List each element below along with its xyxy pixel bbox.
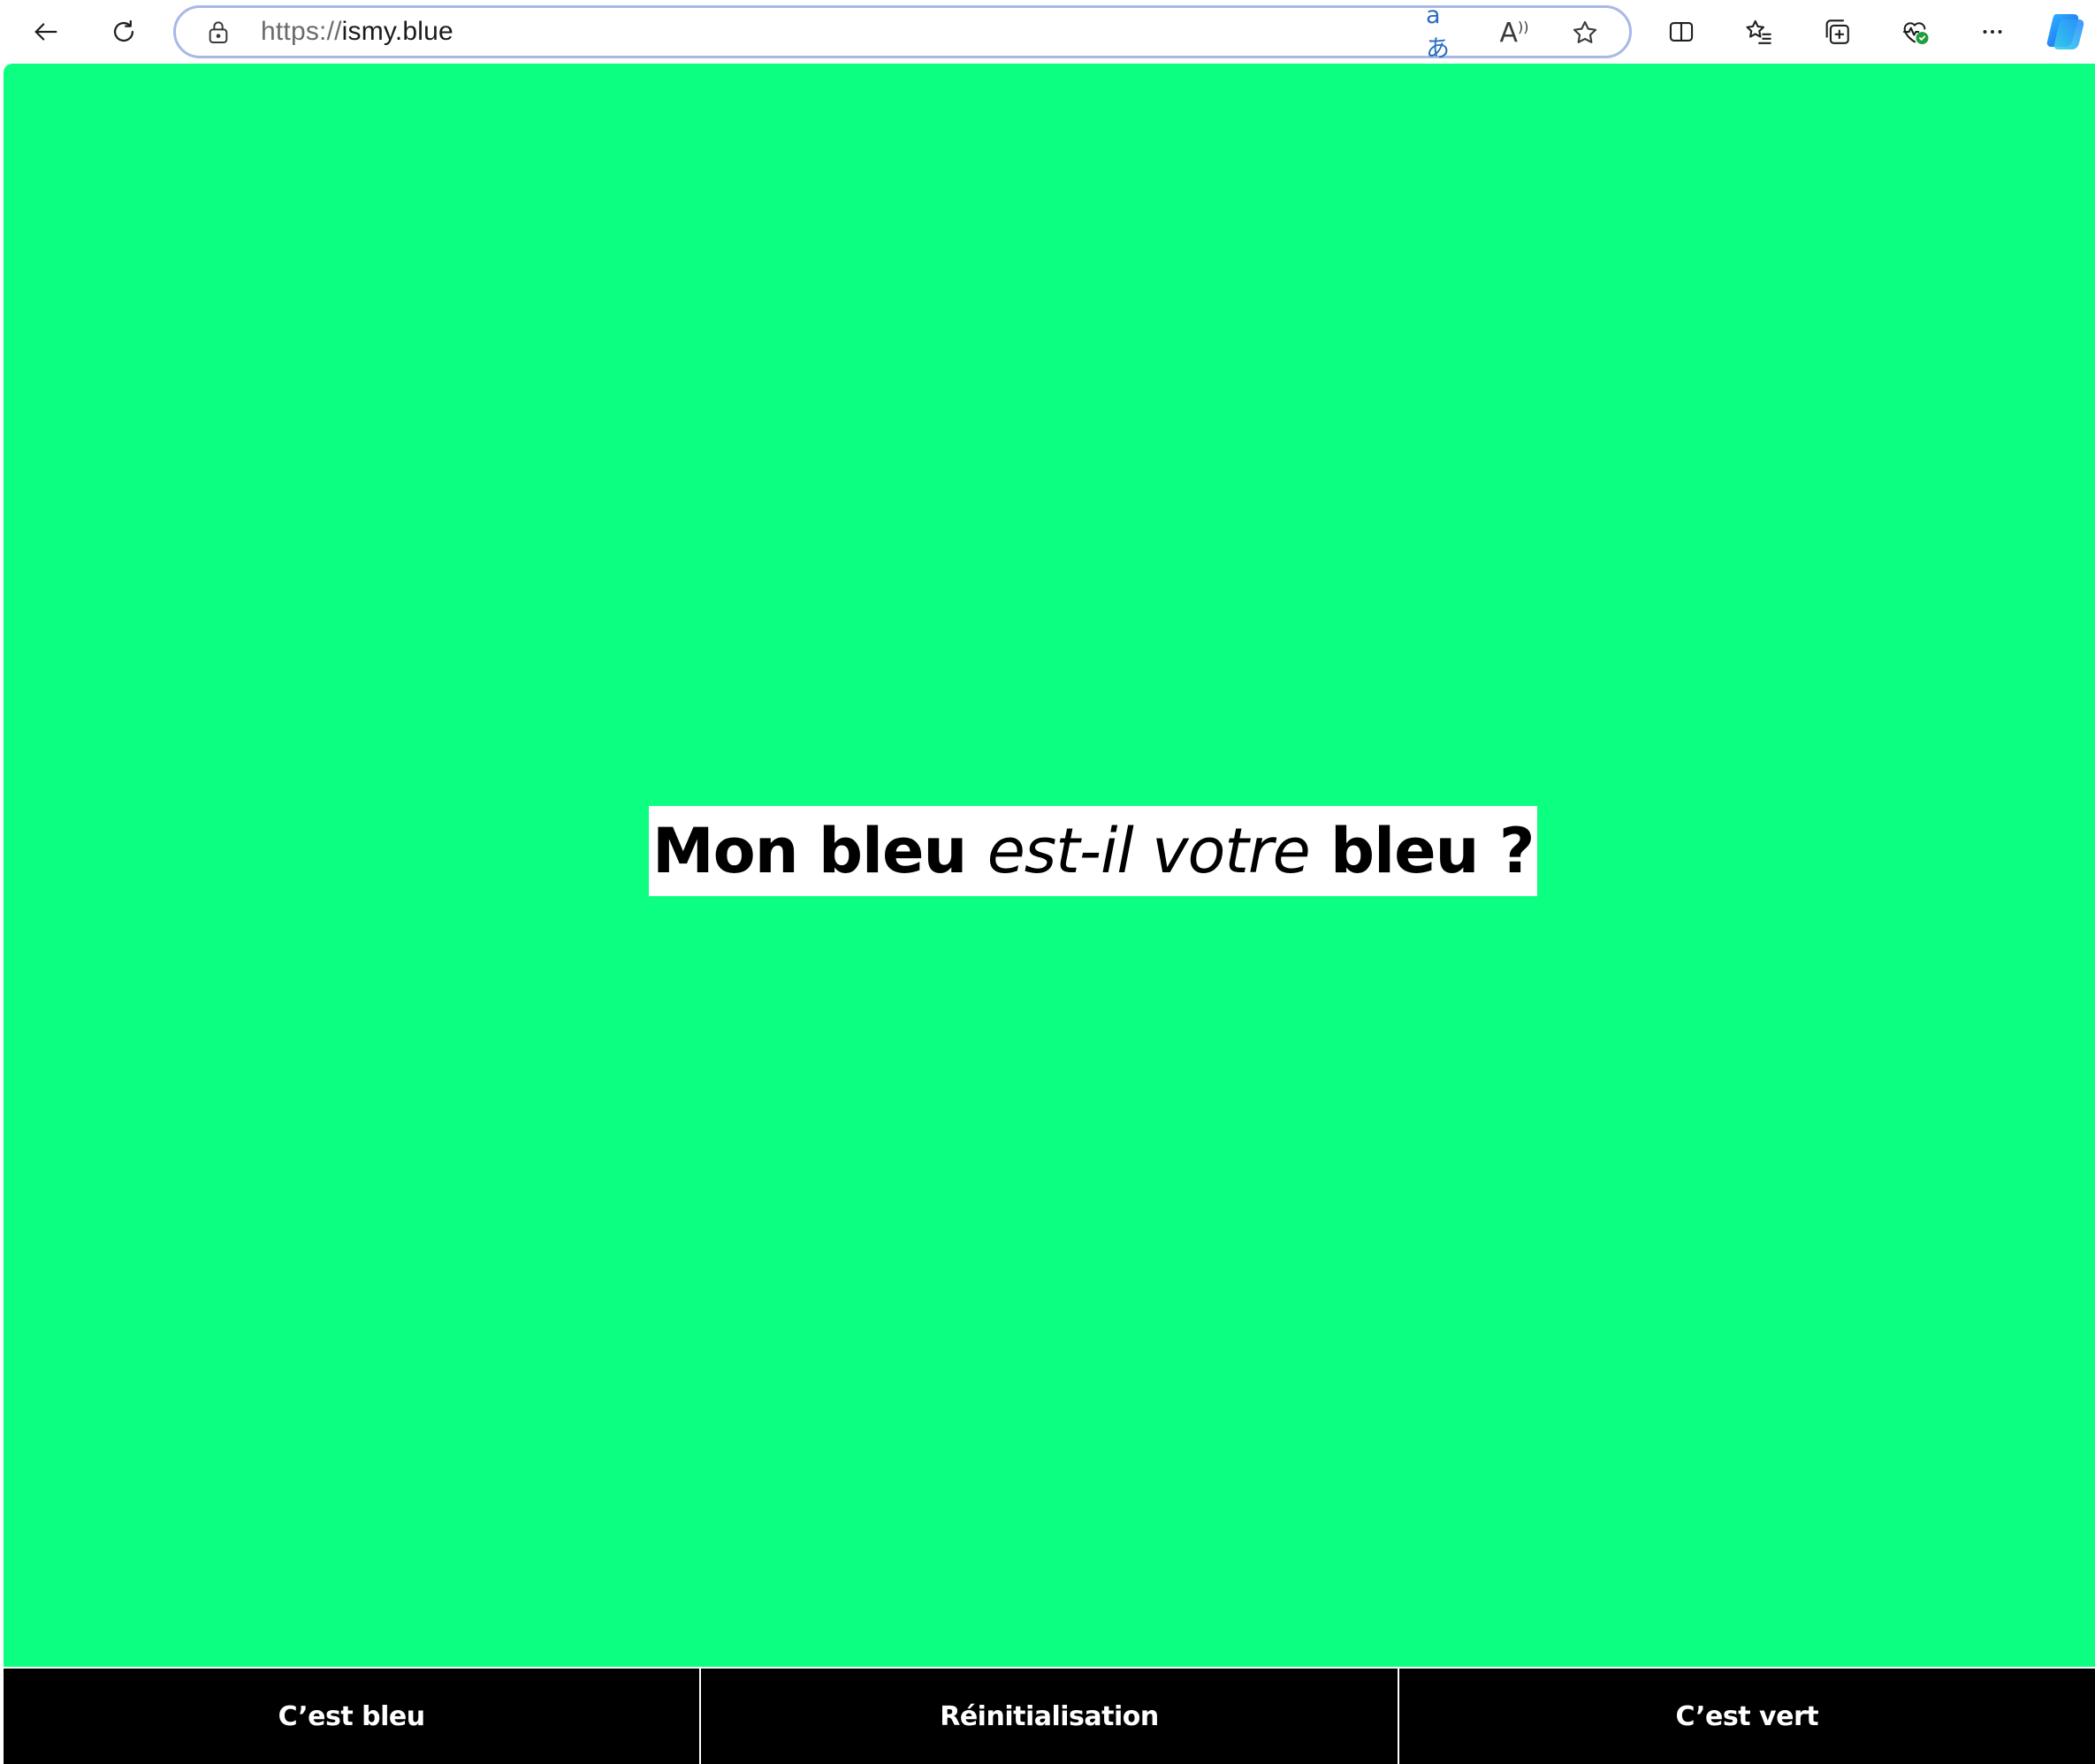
- browser-toolbar: https://ismy.blue aあ A)): [0, 0, 2095, 64]
- address-bar[interactable]: https://ismy.blue aあ A)): [173, 2, 1632, 63]
- star-icon: [1573, 20, 1597, 43]
- url-host: ismy.blue: [341, 17, 453, 46]
- answer-bar: C’est bleu Réinitialisation C’est vert: [4, 1667, 2095, 1764]
- read-aloud-icon: A)): [1499, 17, 1529, 49]
- more-icon: [1983, 30, 2002, 34]
- back-arrow-icon: [34, 23, 57, 41]
- translate-button[interactable]: aあ: [1426, 2, 1461, 63]
- page-viewport: Mon bleu est-il votre bleu ? C’est bleu …: [4, 64, 2095, 1764]
- url-text[interactable]: https://ismy.blue: [261, 17, 453, 47]
- collections-icon: [1825, 19, 1849, 44]
- copilot-icon[interactable]: [2044, 11, 2088, 53]
- refresh-icon: [113, 19, 134, 42]
- question-heading: Mon bleu est-il votre bleu ?: [649, 806, 1538, 896]
- collections-button[interactable]: [1812, 7, 1862, 57]
- back-button[interactable]: [21, 7, 71, 57]
- url-protocol: https://: [261, 17, 342, 46]
- favorites-button[interactable]: [1734, 7, 1784, 57]
- question-part-1: Mon bleu: [652, 815, 987, 887]
- reset-button[interactable]: Réinitialisation: [699, 1667, 1398, 1764]
- split-screen-button[interactable]: [1657, 7, 1706, 57]
- question-part-3: bleu ?: [1309, 815, 1535, 887]
- favorites-list-icon: [1746, 19, 1771, 44]
- its-green-button[interactable]: C’est vert: [1397, 1667, 2095, 1764]
- its-blue-button[interactable]: C’est bleu: [4, 1667, 700, 1764]
- browser-essentials-button[interactable]: [1890, 7, 1939, 57]
- favorite-button[interactable]: [1567, 15, 1603, 50]
- refresh-button[interactable]: [99, 7, 149, 57]
- read-aloud-letter: A: [1499, 17, 1519, 49]
- heart-pulse-icon: [1902, 22, 1929, 45]
- more-button[interactable]: [1968, 7, 2017, 57]
- read-aloud-button[interactable]: A)): [1497, 15, 1532, 50]
- lock-icon: [209, 21, 228, 43]
- split-screen-icon: [1669, 22, 1694, 42]
- color-swatch: Mon bleu est-il votre bleu ?: [4, 64, 2095, 1667]
- question-italic-part: est-il votre: [987, 815, 1311, 887]
- translate-icon: aあ: [1426, 2, 1450, 63]
